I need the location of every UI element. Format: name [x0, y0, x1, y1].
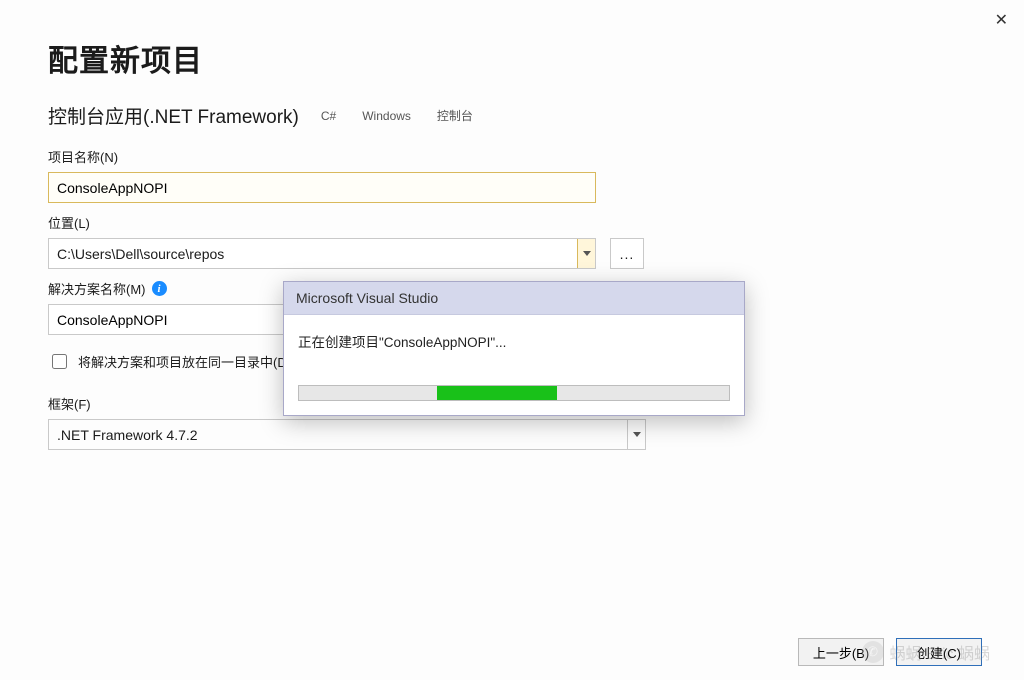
progress-dialog-title: Microsoft Visual Studio — [284, 282, 744, 315]
close-button[interactable]: ✕ — [995, 10, 1008, 30]
project-tag: C# — [317, 107, 340, 125]
framework-dropdown-button[interactable] — [627, 420, 645, 449]
wizard-buttons: 上一步(B) 创建(C) — [798, 638, 982, 666]
progress-dialog: Microsoft Visual Studio 正在创建项目"ConsoleAp… — [283, 281, 745, 416]
progress-dialog-message: 正在创建项目"ConsoleAppNOPI"... — [298, 331, 730, 351]
project-type-title: 控制台应用(.NET Framework) — [48, 102, 299, 129]
create-button[interactable]: 创建(C) — [896, 638, 982, 666]
location-combobox[interactable]: C:\Users\Dell\source\repos — [48, 238, 596, 269]
location-dropdown-button[interactable] — [577, 239, 595, 268]
back-button[interactable]: 上一步(B) — [798, 638, 884, 666]
progress-dialog-body: 正在创建项目"ConsoleAppNOPI"... — [284, 315, 744, 415]
progress-bar-fill — [437, 386, 557, 400]
project-tag: Windows — [358, 107, 415, 125]
solution-name-label-text: 解决方案名称(M) — [48, 279, 146, 298]
same-directory-checkbox[interactable] — [52, 354, 67, 369]
project-type-row: 控制台应用(.NET Framework) C# Windows 控制台 — [48, 102, 976, 129]
page-title: 配置新项目 — [48, 36, 976, 80]
location-label: 位置(L) — [48, 213, 976, 232]
browse-location-button[interactable]: ... — [610, 238, 644, 269]
location-value: C:\Users\Dell\source\repos — [49, 242, 577, 266]
framework-combobox[interactable]: .NET Framework 4.7.2 — [48, 419, 646, 450]
project-name-label: 项目名称(N) — [48, 147, 976, 166]
progress-bar — [298, 385, 730, 401]
project-name-input[interactable] — [48, 172, 596, 203]
same-directory-label: 将解决方案和项目放在同一目录中(D) — [78, 352, 291, 371]
chevron-down-icon — [583, 251, 591, 256]
chevron-down-icon — [633, 432, 641, 437]
configure-project-wizard: ✕ 配置新项目 控制台应用(.NET Framework) C# Windows… — [0, 0, 1024, 680]
info-icon[interactable]: i — [152, 281, 167, 296]
project-tag: 控制台 — [433, 105, 477, 126]
framework-value: .NET Framework 4.7.2 — [49, 423, 627, 447]
